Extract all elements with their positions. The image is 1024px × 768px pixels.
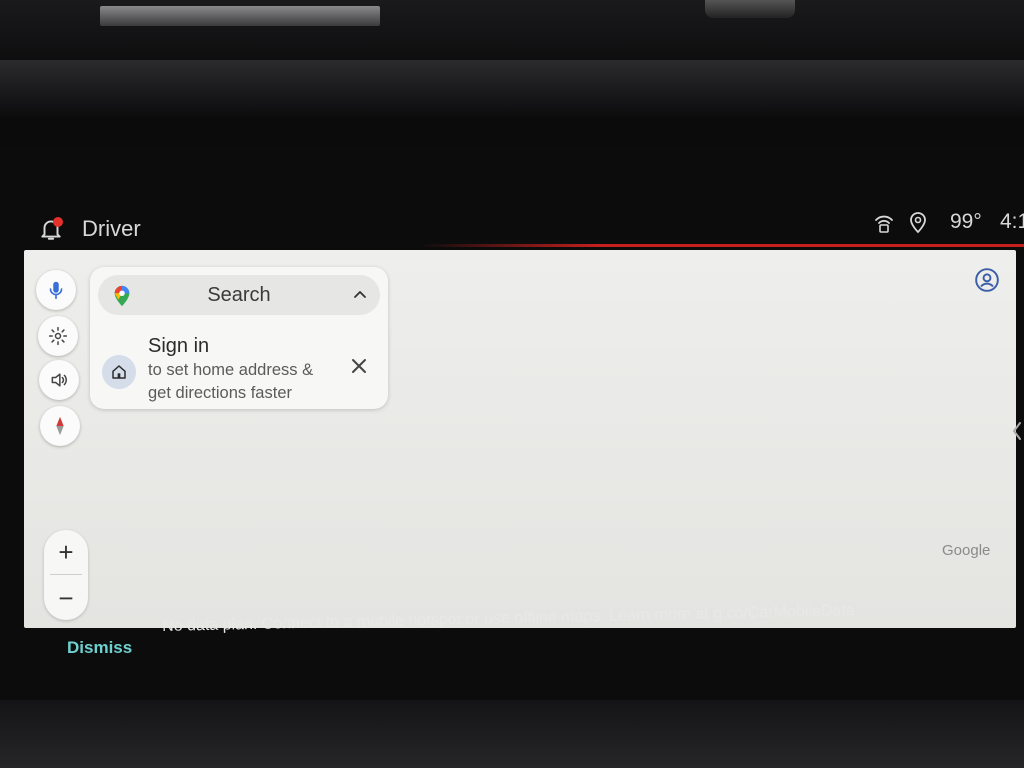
home-chip[interactable]	[102, 355, 136, 389]
map-view[interactable]: Search Sign in to set home address & get…	[24, 250, 1016, 628]
zoom-in-button[interactable]: +	[44, 530, 88, 574]
voice-search-button[interactable]	[36, 270, 76, 310]
location-pin-icon	[910, 212, 926, 234]
mic-icon	[49, 281, 63, 300]
zoom-divider	[50, 574, 82, 575]
clock: 4:1	[1000, 210, 1024, 233]
search-card: Search Sign in to set home address & get…	[90, 267, 388, 409]
notification-dot	[53, 217, 63, 227]
google-attribution: Google	[942, 542, 991, 559]
dismiss-button[interactable]: Dismiss	[67, 638, 132, 658]
dashboard-knob	[705, 0, 795, 18]
voice-guidance-button[interactable]	[39, 360, 79, 400]
temperature: 99°	[950, 210, 982, 233]
search-label: Search	[207, 284, 271, 306]
air-vent	[100, 6, 380, 26]
signin-title[interactable]: Sign in	[148, 335, 209, 358]
compass-icon	[56, 416, 64, 436]
gear-icon	[48, 326, 68, 346]
accent-line	[420, 244, 1024, 247]
close-icon[interactable]	[348, 355, 370, 377]
chevron-up-icon[interactable]	[352, 287, 368, 303]
signin-subtitle: to set home address & get directions fas…	[148, 361, 314, 402]
account-icon[interactable]	[974, 267, 1000, 293]
profile-label[interactable]: Driver	[82, 216, 141, 242]
compass-button[interactable]	[40, 406, 80, 446]
dashboard-ridge	[0, 60, 1024, 120]
wifi-hotspot-icon	[875, 215, 893, 233]
volume-icon	[51, 373, 67, 387]
search-bar[interactable]: Search	[98, 275, 380, 315]
zoom-control: + −	[44, 530, 88, 620]
chevron-left-icon[interactable]	[1010, 420, 1024, 442]
settings-button[interactable]	[38, 316, 78, 356]
dashboard-bottom	[0, 700, 1024, 768]
home-icon	[112, 365, 126, 379]
zoom-out-button[interactable]: −	[44, 576, 88, 620]
